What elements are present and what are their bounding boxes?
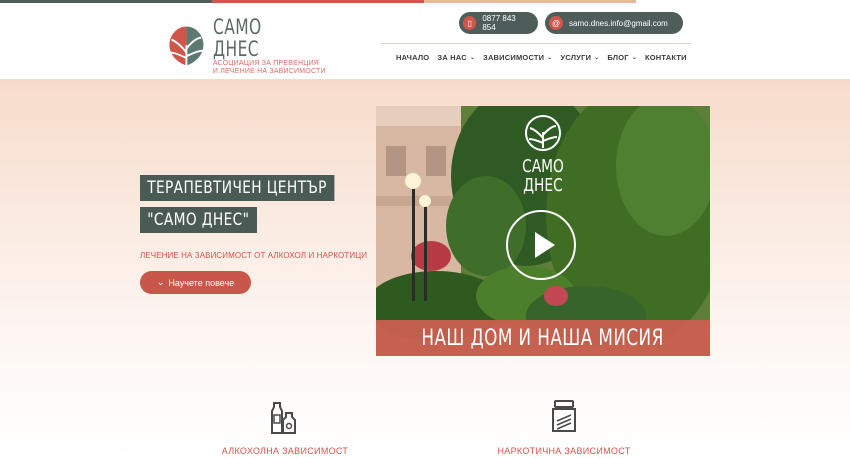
chevron-down-icon: ⌄ xyxy=(547,55,553,61)
hero-section: ТЕРАПЕВТИЧЕН ЦЕНТЪР "САМО ДНЕС" ЛЕЧЕНИЕ … xyxy=(0,79,850,458)
phone-pill[interactable]: ▯ 0877 843 854 xyxy=(459,12,538,34)
nav-label: НАЧАЛО xyxy=(396,53,430,62)
nav-item-blog[interactable]: БЛОГ ⌄ xyxy=(607,53,637,62)
nav-label: ЗА НАС xyxy=(437,53,467,62)
nav-item-services[interactable]: УСЛУГИ ⌄ xyxy=(561,53,600,62)
chevron-down-icon: ⌄ xyxy=(594,55,600,61)
service-drugs[interactable]: НАРКОТИЧНА ЗАВИСИМОСТ xyxy=(484,399,644,456)
phone-icon: ▯ xyxy=(463,16,477,30)
logo-name: САМО ДНЕС xyxy=(212,15,262,61)
chevron-down-icon: ⌄ xyxy=(469,55,476,61)
nav-label: КОНТАКТИ xyxy=(645,53,687,62)
nav-item-about[interactable]: ЗА НАС ⌄ xyxy=(437,53,475,62)
phone-number: 0877 843 854 xyxy=(482,14,516,32)
service-label: АЛКОХОЛНА ЗАВИСИМОСТ xyxy=(221,446,349,456)
hero-subtitle: ЛЕЧЕНИЕ НА ЗАВИСИМОСТ ОТ АЛКОХОЛ И НАРКО… xyxy=(140,251,368,260)
video-banner: НАШ ДОМ И НАША МИСИЯ xyxy=(376,320,710,356)
at-icon: @ xyxy=(549,16,563,30)
site-logo[interactable]: САМО ДНЕС АСОЦИАЦИЯ ЗА ПРЕВЕНЦИЯ И ЛЕЧЕН… xyxy=(166,16,326,75)
hero-title-line-1: ТЕРАПЕВТИЧЕН ЦЕНТЪР xyxy=(140,175,335,201)
nav-label: УСЛУГИ xyxy=(560,53,592,62)
logo-subtitle-1: АСОЦИАЦИЯ ЗА ПРЕВЕНЦИЯ xyxy=(212,60,320,67)
chevron-down-icon: ⌄ xyxy=(156,277,165,287)
video-logo: САМО ДНЕС xyxy=(516,114,570,195)
email-address: samo.dnes.info@gmail.com xyxy=(569,18,668,28)
video-logo-line-1: САМО xyxy=(522,156,564,177)
pill-jar-icon xyxy=(552,400,576,432)
service-label: НАРКОТИЧНА ЗАВИСИМОСТ xyxy=(497,446,631,456)
main-nav: НАЧАЛО ЗА НАС ⌄ ЗАВИСИМОСТИ ⌄ УСЛУГИ ⌄ БЛОГ… xyxy=(396,53,687,62)
nav-item-contacts[interactable]: КОНТАКТИ xyxy=(645,53,687,62)
video-player[interactable]: САМО ДНЕС НАШ ДОМ И НАША МИСИЯ xyxy=(376,106,710,356)
nav-label: ЗАВИСИМОСТИ xyxy=(483,53,545,62)
video-banner-text: НАШ ДОМ И НАША МИСИЯ xyxy=(421,325,665,351)
learn-more-label: Научете повече xyxy=(168,277,235,288)
play-icon[interactable] xyxy=(506,210,576,280)
service-alcohol[interactable]: АЛКОХОЛНА ЗАВИСИМОСТ xyxy=(205,399,365,456)
nav-divider xyxy=(381,43,691,44)
logo-subtitle-2: И ЛЕЧЕНИЕ НА ЗАВИСИМОСТИ xyxy=(212,68,326,75)
nav-item-home[interactable]: НАЧАЛО xyxy=(396,53,429,62)
site-header: САМО ДНЕС АСОЦИАЦИЯ ЗА ПРЕВЕНЦИЯ И ЛЕЧЕН… xyxy=(0,3,850,79)
learn-more-button[interactable]: ⌄ Научете повече xyxy=(140,271,251,294)
chevron-down-icon: ⌄ xyxy=(631,55,637,61)
tree-logo-icon xyxy=(169,26,204,66)
hero-title-line-2: "САМО ДНЕС" xyxy=(140,207,257,233)
nav-label: БЛОГ xyxy=(607,53,629,62)
nav-item-addictions[interactable]: ЗАВИСИМОСТИ ⌄ xyxy=(483,53,552,62)
bottles-icon xyxy=(271,402,296,434)
email-pill[interactable]: @ samo.dnes.info@gmail.com xyxy=(545,12,683,34)
tree-logo-icon xyxy=(525,115,561,151)
video-logo-line-2: ДНЕС xyxy=(523,175,563,196)
